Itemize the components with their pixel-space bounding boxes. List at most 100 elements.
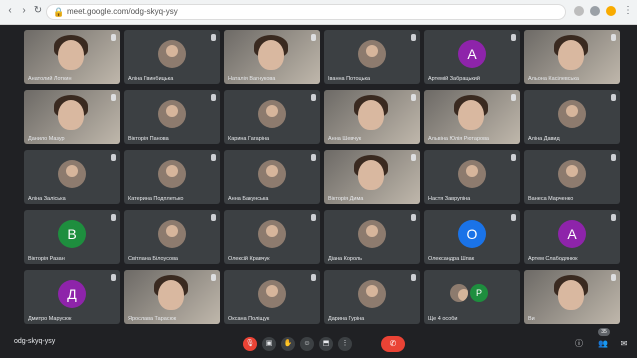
end-call-button[interactable]: ✆ bbox=[381, 336, 405, 352]
profile-icon[interactable] bbox=[606, 6, 616, 16]
people-icon[interactable]: 👥 bbox=[597, 338, 609, 350]
participant-tile[interactable]: Карина Гагаріна bbox=[224, 90, 320, 144]
back-icon[interactable]: ‹ bbox=[4, 5, 16, 17]
participant-video-face bbox=[558, 40, 584, 70]
mic-muted-icon bbox=[611, 274, 616, 281]
forward-icon[interactable]: › bbox=[18, 5, 30, 17]
participant-name: Данило Мазур bbox=[28, 136, 65, 142]
mic-muted-icon bbox=[111, 154, 116, 161]
participant-tile[interactable]: Вікторія Панова bbox=[124, 90, 220, 144]
mic-muted-icon bbox=[311, 154, 316, 161]
participant-name: Вікторія Дима bbox=[328, 196, 364, 202]
participant-name: Аліна Гвинбицька bbox=[128, 76, 174, 82]
avatar bbox=[358, 280, 386, 308]
participant-video-face bbox=[358, 100, 384, 130]
participant-tile[interactable]: Анатолий Лоткин bbox=[24, 30, 120, 84]
avatar bbox=[258, 160, 286, 188]
participant-tile[interactable]: Ярослава Тарасюк bbox=[124, 270, 220, 324]
mic-muted-icon bbox=[611, 154, 616, 161]
participant-tile[interactable]: Діана Король bbox=[324, 210, 420, 264]
extension-icon[interactable] bbox=[590, 6, 600, 16]
avatar-letter: А bbox=[558, 220, 586, 248]
raise-hand-icon[interactable]: ✋ bbox=[281, 337, 295, 351]
participant-name: Карина Гагаріна bbox=[228, 136, 270, 142]
participant-tile[interactable]: Настя Заврупіна bbox=[424, 150, 520, 204]
avatar bbox=[158, 100, 186, 128]
participant-tile[interactable]: Олексій Кравчук bbox=[224, 210, 320, 264]
mic-muted-icon bbox=[211, 214, 216, 221]
avatar bbox=[558, 100, 586, 128]
mic-muted-icon bbox=[411, 94, 416, 101]
participant-tile[interactable]: Ванеса Марченко bbox=[524, 150, 620, 204]
participant-tile[interactable]: Анна Шевчук bbox=[324, 90, 420, 144]
avatar bbox=[258, 280, 286, 308]
mic-muted-icon bbox=[111, 34, 116, 41]
present-icon[interactable]: ⬒ bbox=[319, 337, 333, 351]
participant-name: Аліна Давид bbox=[528, 136, 560, 142]
participant-tile[interactable]: О Олександра Шпак bbox=[424, 210, 520, 264]
participant-tile[interactable]: Аліна Давид bbox=[524, 90, 620, 144]
emoji-icon[interactable]: ☺ bbox=[300, 337, 314, 351]
more-options-icon[interactable]: ⋮ bbox=[338, 337, 352, 351]
participant-name: Анна Бакунська bbox=[228, 196, 269, 202]
participant-tile[interactable]: Світлана Білоусова bbox=[124, 210, 220, 264]
participant-tile[interactable]: Альвіна Юлія Рютарова bbox=[424, 90, 520, 144]
avatar bbox=[158, 160, 186, 188]
url-text: meet.google.com/odg-skyq-ysy bbox=[67, 7, 178, 16]
participant-video-face bbox=[458, 100, 484, 130]
mic-muted-icon bbox=[411, 274, 416, 281]
participant-name: Ванеса Марченко bbox=[528, 196, 574, 202]
participant-grid: Анатолий Лоткин Аліна Гвинбицька Наталія В… bbox=[24, 30, 624, 326]
participant-tile[interactable]: Іванна Потоцька bbox=[324, 30, 420, 84]
reload-icon[interactable]: ↻ bbox=[32, 5, 44, 17]
participant-name: Дмитро Марусюк bbox=[28, 316, 72, 322]
participant-name: Дарина Гуріна bbox=[328, 316, 365, 322]
mic-muted-icon bbox=[611, 94, 616, 101]
mic-off-icon[interactable]: 🎙 bbox=[243, 337, 257, 351]
participant-tile[interactable]: Наталія Вагнукова bbox=[224, 30, 320, 84]
participant-tile[interactable]: Альона Касілевська bbox=[524, 30, 620, 84]
participant-video-face bbox=[258, 40, 284, 70]
participant-tile[interactable]: Дарина Гуріна bbox=[324, 270, 420, 324]
participant-tile[interactable]: В Вікторія Разан bbox=[24, 210, 120, 264]
mic-muted-icon bbox=[211, 34, 216, 41]
address-bar[interactable]: 🔒 meet.google.com/odg-skyq-ysy bbox=[46, 4, 566, 20]
participant-tile[interactable]: Ви bbox=[524, 270, 620, 324]
participant-name: Альвіна Юлія Рютарова bbox=[428, 136, 489, 142]
participant-video-face bbox=[158, 280, 184, 310]
avatar-letter: О bbox=[458, 220, 486, 248]
mic-muted-icon bbox=[311, 94, 316, 101]
mic-muted-icon bbox=[411, 214, 416, 221]
chat-icon[interactable]: ✉ bbox=[618, 338, 630, 350]
participant-tile[interactable]: Катерина Подплетько bbox=[124, 150, 220, 204]
participant-name: Аліна Заліська bbox=[28, 196, 66, 202]
participant-tile[interactable]: Оксана Поліщук bbox=[224, 270, 320, 324]
avatar bbox=[58, 160, 86, 188]
info-icon[interactable]: ⓘ bbox=[573, 338, 585, 350]
participant-tile[interactable]: А Артемій Забрацький bbox=[424, 30, 520, 84]
avatar bbox=[358, 40, 386, 68]
participant-tile[interactable]: Аліна Заліська bbox=[24, 150, 120, 204]
mic-muted-icon bbox=[411, 34, 416, 41]
avatar bbox=[450, 284, 468, 302]
participant-tile[interactable]: Р Ще 4 особи bbox=[424, 270, 520, 324]
avatar bbox=[558, 160, 586, 188]
mic-muted-icon bbox=[611, 214, 616, 221]
participant-tile[interactable]: Д Дмитро Марусюк bbox=[24, 270, 120, 324]
participant-name: Артем Слабодянюк bbox=[528, 256, 578, 262]
avatar bbox=[358, 220, 386, 248]
participant-tile[interactable]: Данило Мазур bbox=[24, 90, 120, 144]
participant-tile[interactable]: Анна Бакунська bbox=[224, 150, 320, 204]
participant-tile[interactable]: Вікторія Дима bbox=[324, 150, 420, 204]
participant-video-face bbox=[558, 280, 584, 310]
menu-icon[interactable]: ⋮ bbox=[622, 5, 634, 17]
camera-icon[interactable]: ▣ bbox=[262, 337, 276, 351]
participant-tile[interactable]: Аліна Гвинбицька bbox=[124, 30, 220, 84]
participant-tile[interactable]: А Артем Слабодянюк bbox=[524, 210, 620, 264]
participant-name: Ярослава Тарасюк bbox=[128, 316, 177, 322]
participants-count-badge: 35 bbox=[598, 328, 610, 336]
extension-icon[interactable] bbox=[574, 6, 584, 16]
participant-name: Вікторія Панова bbox=[128, 136, 169, 142]
participant-name: Артемій Забрацький bbox=[428, 76, 480, 82]
avatar-letter: Д bbox=[58, 280, 86, 308]
